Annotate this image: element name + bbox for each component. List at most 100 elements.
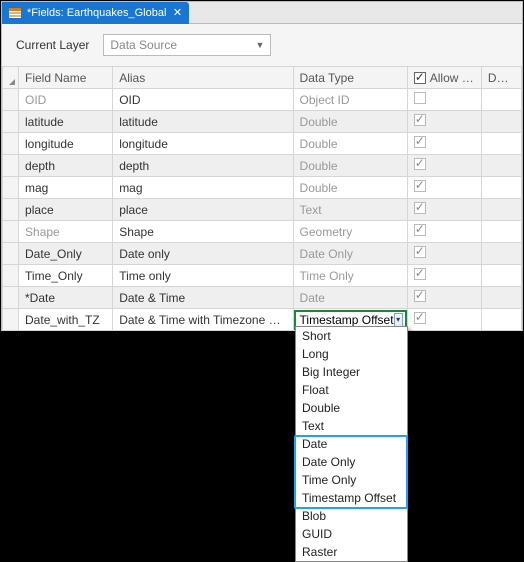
alias-cell[interactable]: OID (113, 89, 293, 111)
table-row[interactable]: *DateDate & TimeDate (3, 287, 522, 309)
dropdown-item[interactable]: Big Integer (296, 363, 407, 381)
row-handle[interactable] (3, 89, 19, 111)
table-row[interactable]: Time_OnlyTime onlyTime Only (3, 265, 522, 287)
data-type-cell[interactable]: Double (293, 111, 407, 133)
row-handle[interactable] (3, 155, 19, 177)
field-name-cell[interactable]: Date_Only (19, 243, 113, 265)
field-name-cell[interactable]: *Date (19, 287, 113, 309)
checkbox-icon[interactable] (414, 202, 426, 214)
allow-null-cell[interactable] (407, 89, 481, 111)
col-allow-null[interactable]: Allow NULL (407, 67, 481, 89)
data-type-cell[interactable]: Object ID (293, 89, 407, 111)
table-row[interactable]: longitudelongitudeDouble (3, 133, 522, 155)
data-type-cell[interactable]: Double (293, 133, 407, 155)
close-icon[interactable]: ✕ (171, 7, 183, 19)
domain-cell[interactable] (481, 309, 521, 331)
field-name-cell[interactable]: Date_with_TZ (19, 309, 113, 331)
row-handle[interactable] (3, 309, 19, 331)
row-handle[interactable] (3, 265, 19, 287)
data-type-cell[interactable]: Double (293, 155, 407, 177)
col-data-type[interactable]: Data Type (293, 67, 407, 89)
domain-cell[interactable] (481, 133, 521, 155)
table-row[interactable]: depthdepthDouble (3, 155, 522, 177)
table-row[interactable]: OIDOIDObject ID (3, 89, 522, 111)
row-handle[interactable] (3, 221, 19, 243)
alias-cell[interactable]: Time only (113, 265, 293, 287)
allow-null-cell[interactable] (407, 155, 481, 177)
checkbox-icon[interactable] (414, 114, 426, 126)
data-type-cell[interactable]: Double (293, 177, 407, 199)
checkbox-icon[interactable] (414, 180, 426, 192)
alias-cell[interactable]: Date & Time (113, 287, 293, 309)
field-name-cell[interactable]: mag (19, 177, 113, 199)
data-type-dropdown[interactable]: ShortLongBig IntegerFloatDoubleTextDateD… (295, 326, 408, 562)
field-name-cell[interactable]: Shape (19, 221, 113, 243)
col-alias[interactable]: Alias (113, 67, 293, 89)
col-field-name[interactable]: Field Name (19, 67, 113, 89)
allow-null-cell[interactable] (407, 221, 481, 243)
checkbox-icon[interactable] (414, 246, 426, 258)
data-type-cell[interactable]: Geometry (293, 221, 407, 243)
domain-cell[interactable] (481, 177, 521, 199)
domain-cell[interactable] (481, 221, 521, 243)
tab-fields-earthquakes[interactable]: *Fields: Earthquakes_Global ✕ (2, 2, 189, 24)
checkbox-icon[interactable] (414, 268, 426, 280)
checkbox-icon[interactable] (414, 290, 426, 302)
dropdown-item[interactable]: Long (296, 345, 407, 363)
domain-cell[interactable] (481, 111, 521, 133)
domain-cell[interactable] (481, 199, 521, 221)
table-row[interactable]: ShapeShapeGeometry (3, 221, 522, 243)
allow-null-cell[interactable] (407, 243, 481, 265)
domain-cell[interactable] (481, 243, 521, 265)
domain-cell[interactable] (481, 265, 521, 287)
field-name-cell[interactable]: depth (19, 155, 113, 177)
allow-null-cell[interactable] (407, 111, 481, 133)
col-domain[interactable]: Domain (481, 67, 521, 89)
checkbox-icon[interactable] (414, 136, 426, 148)
field-name-cell[interactable]: Time_Only (19, 265, 113, 287)
alias-cell[interactable]: latitude (113, 111, 293, 133)
alias-cell[interactable]: place (113, 199, 293, 221)
row-handle[interactable] (3, 243, 19, 265)
domain-cell[interactable] (481, 155, 521, 177)
row-handle[interactable] (3, 287, 19, 309)
alias-cell[interactable]: depth (113, 155, 293, 177)
alias-cell[interactable]: Date only (113, 243, 293, 265)
checkbox-icon[interactable] (414, 158, 426, 170)
data-type-cell[interactable]: Date (293, 287, 407, 309)
row-handle[interactable] (3, 133, 19, 155)
checkbox-icon[interactable] (414, 72, 426, 84)
domain-cell[interactable] (481, 89, 521, 111)
dropdown-item[interactable]: GUID (296, 525, 407, 543)
allow-null-cell[interactable] (407, 199, 481, 221)
alias-cell[interactable]: Shape (113, 221, 293, 243)
dropdown-item[interactable]: Blob (296, 507, 407, 525)
row-handle[interactable] (3, 177, 19, 199)
chevron-down-icon[interactable]: ▾ (394, 313, 403, 327)
dropdown-item[interactable]: Short (296, 327, 407, 345)
allow-null-cell[interactable] (407, 309, 481, 331)
field-name-cell[interactable]: OID (19, 89, 113, 111)
row-handle[interactable] (3, 199, 19, 221)
allow-null-cell[interactable] (407, 287, 481, 309)
allow-null-cell[interactable] (407, 133, 481, 155)
field-name-cell[interactable]: longitude (19, 133, 113, 155)
allow-null-cell[interactable] (407, 265, 481, 287)
field-name-cell[interactable]: place (19, 199, 113, 221)
data-type-cell[interactable]: Date Only (293, 243, 407, 265)
dropdown-item[interactable]: Text (296, 417, 407, 435)
alias-cell[interactable]: mag (113, 177, 293, 199)
table-row[interactable]: placeplaceText (3, 199, 522, 221)
checkbox-icon[interactable] (414, 224, 426, 236)
table-row[interactable]: Date_OnlyDate onlyDate Only (3, 243, 522, 265)
checkbox-icon[interactable] (414, 92, 426, 104)
table-row[interactable]: latitudelatitudeDouble (3, 111, 522, 133)
table-row[interactable]: magmagDouble (3, 177, 522, 199)
data-source-combo[interactable]: Data Source ▼ (103, 34, 271, 56)
dropdown-item[interactable]: Double (296, 399, 407, 417)
field-name-cell[interactable]: latitude (19, 111, 113, 133)
allow-null-cell[interactable] (407, 177, 481, 199)
dropdown-item[interactable]: Time Only (296, 471, 407, 489)
domain-cell[interactable] (481, 287, 521, 309)
alias-cell[interactable]: longitude (113, 133, 293, 155)
